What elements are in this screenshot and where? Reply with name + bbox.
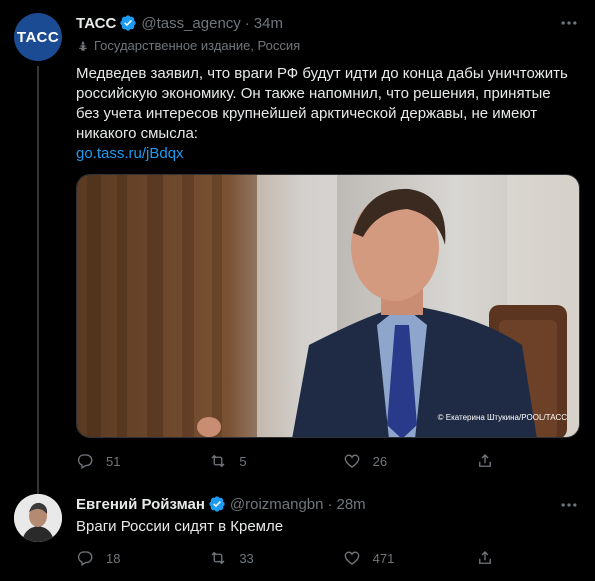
reply-button[interactable]: 51	[76, 452, 209, 470]
share-icon	[479, 454, 491, 467]
tweet-text: Враги России сидят в Кремле	[76, 517, 576, 537]
author-name[interactable]: ТАСС	[76, 15, 116, 32]
state-media-label[interactable]: Государственное издание, Россия	[76, 38, 300, 53]
tweet-text: Медведев заявил, что враги РФ будут идти…	[76, 64, 576, 164]
state-media-icon	[78, 40, 88, 51]
thread-line	[37, 66, 39, 494]
retweet-icon	[211, 551, 225, 565]
author-handle[interactable]: @roizmangbn	[230, 496, 324, 513]
reply-button[interactable]: 18	[76, 549, 209, 567]
tweet-header: ТАСС @tass_agency · 34m	[76, 13, 283, 33]
reply-count: 18	[106, 550, 121, 566]
like-count: 471	[372, 550, 395, 566]
share-icon	[479, 551, 491, 564]
tweet-roizman[interactable]: Евгений Ройзман @roizmangbn · 28m Враги …	[0, 482, 595, 581]
retweet-button[interactable]: 5	[209, 452, 342, 470]
author-name[interactable]: Евгений Ройзман	[76, 496, 205, 513]
state-media-text[interactable]: Государственное издание, Россия	[94, 38, 300, 53]
like-button[interactable]: 26	[343, 452, 476, 470]
retweet-icon	[211, 454, 225, 468]
more-horizontal-icon[interactable]	[559, 495, 579, 515]
timestamp[interactable]: 28m	[337, 496, 366, 513]
photo-credit: © Екатерина Штукина/POOL/ТАСС	[438, 413, 568, 422]
avatar-photo	[14, 494, 62, 542]
retweet-count: 5	[239, 453, 247, 469]
reply-icon	[77, 551, 93, 566]
like-icon	[344, 551, 360, 565]
separator: ·	[244, 14, 250, 32]
author-handle[interactable]: @tass_agency	[141, 15, 240, 32]
avatar-logo-text: ТАСС	[16, 28, 60, 46]
tweet-actions: 51 5 26	[76, 452, 506, 470]
like-count: 26	[372, 453, 388, 469]
tweet-header: Евгений Ройзман @roizmangbn · 28m	[76, 494, 366, 514]
avatar-roizman[interactable]	[14, 494, 62, 542]
like-button[interactable]: 471	[343, 549, 476, 567]
share-button[interactable]	[476, 452, 506, 470]
retweet-button[interactable]: 33	[209, 549, 342, 567]
verified-badge-icon	[209, 496, 225, 512]
tweet-photo[interactable]: © Екатерина Штукина/POOL/ТАСС	[76, 174, 580, 438]
tweet-body: Медведев заявил, что враги РФ будут идти…	[76, 65, 568, 142]
verified-badge-icon	[120, 15, 137, 31]
tweet-link[interactable]: go.tass.ru/jBdqx	[76, 144, 576, 164]
reply-count: 51	[106, 453, 121, 469]
separator: ·	[327, 495, 333, 513]
tweet-actions: 18 33 471	[76, 549, 506, 567]
tweet-tass[interactable]: ТАСС ТАСС @tass_agency · 34m Государстве…	[0, 0, 595, 494]
photo-image: © Екатерина Штукина/POOL/ТАСС	[77, 175, 579, 437]
tweet-body: Враги России сидят в Кремле	[76, 518, 284, 535]
more-horizontal-icon[interactable]	[559, 13, 579, 33]
like-icon	[344, 454, 360, 468]
share-button[interactable]	[476, 549, 506, 567]
retweet-count: 33	[239, 550, 254, 566]
timestamp[interactable]: 34m	[254, 15, 283, 32]
avatar-tass[interactable]: ТАСС	[14, 13, 62, 61]
reply-icon	[77, 454, 93, 469]
